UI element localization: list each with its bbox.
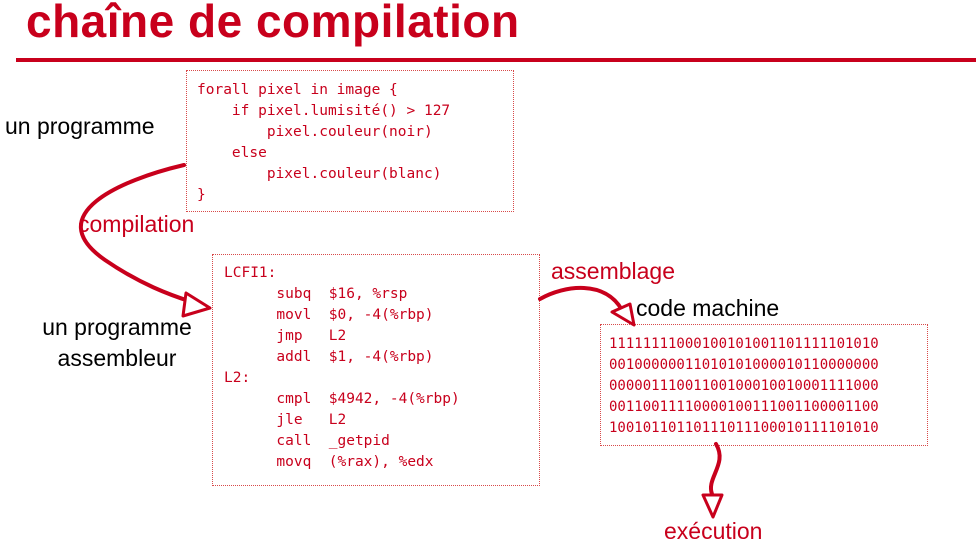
execution-arrow [708, 442, 722, 496]
assemblage-arrow [538, 285, 624, 312]
flow-arrows [78, 163, 724, 519]
assemblage-arrowhead-icon [610, 302, 636, 327]
execution-arrowhead-icon [701, 493, 724, 519]
compilation-arrowhead-icon [181, 291, 212, 318]
compilation-arrow [78, 163, 194, 304]
